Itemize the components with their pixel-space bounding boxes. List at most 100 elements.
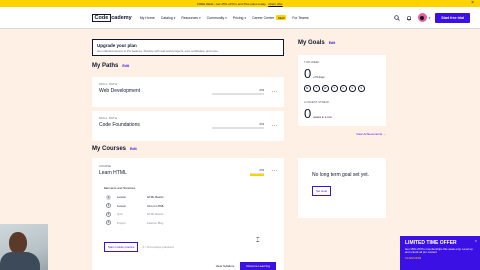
more-options-icon[interactable]: ··· — [272, 89, 279, 95]
streak-unit: weeks in a row — [313, 114, 332, 119]
logo-box-text: Code — [92, 13, 111, 22]
lesson-name: Fashion Blog — [147, 220, 164, 225]
set-goal-button[interactable]: Set Goal — [312, 185, 331, 196]
course-progress: 0% — [250, 168, 264, 176]
lesson-name: HTML Basics — [147, 195, 164, 200]
chevron-down-icon[interactable]: ▾ — [429, 16, 431, 20]
my-paths-header: My Paths Edit — [92, 63, 129, 69]
course-card-learn-html: COURSE Learn HTML 0% ··· Elements and St… — [92, 158, 284, 270]
progress-bar — [212, 127, 264, 129]
module-title: Elements and Structure — [104, 186, 136, 190]
logo-rest-text: cademy — [111, 14, 132, 21]
lesson-row[interactable]: 3 Quiz HTML Basics — [104, 210, 270, 219]
lesson-number: 2 — [106, 203, 111, 209]
long-term-goal-card: No long term goal set yet. Set Goal — [298, 158, 386, 218]
edit-goals-link[interactable]: Edit — [329, 41, 336, 45]
view-achievements-link[interactable]: View Achievements → — [298, 132, 386, 136]
edit-courses-link[interactable]: Edit — [130, 147, 137, 151]
path-card-code-foundations[interactable]: SKILL PATH Code Foundations 0% ··· — [92, 111, 284, 141]
section-title: My Goals — [298, 40, 325, 46]
close-icon[interactable]: × — [475, 238, 477, 243]
section-title: My Courses — [92, 146, 127, 152]
edit-paths-link[interactable]: Edit — [122, 64, 129, 68]
upgrade-banner[interactable]: Upgrade your plan Get unlimited access t… — [92, 39, 284, 56]
more-options-icon[interactable]: ··· — [272, 123, 279, 129]
promo-banner: FREE DEAL: Get 15% off Pro and Plus plan… — [0, 0, 480, 7]
nav-links: My Home Catalog ▾ Resources ▾ Community ▾ P… — [140, 15, 309, 20]
new-badge: NEW — [276, 15, 287, 20]
day-circle: F — [340, 85, 347, 92]
day-circle: S — [349, 85, 356, 92]
practice-note: 0 / 10 concepts practiced — [142, 245, 174, 249]
path-progress: 0% — [212, 122, 264, 129]
nav-item-label: Community — [206, 15, 225, 20]
lesson-row[interactable]: 1 Lesson HTML Basics — [104, 193, 270, 202]
nav-right: ▾ Start free trial — [394, 12, 470, 23]
day-circle: S — [358, 85, 365, 92]
long-term-goal-text: No long term goal set yet. — [312, 172, 369, 178]
nav-item-label: Pricing — [232, 15, 244, 20]
section-title: My Paths — [92, 63, 119, 69]
course-progress-percent: 0% — [259, 168, 264, 172]
offer-cta[interactable]: CLAIM NOW — [405, 256, 475, 260]
lesson-row[interactable]: 4 Project Fashion Blog — [104, 219, 270, 228]
path-progress: 0% — [212, 88, 264, 95]
my-goals-header: My Goals Edit — [298, 40, 335, 46]
lesson-number: 1 — [106, 194, 111, 200]
week-unit: of 5 days — [313, 75, 325, 79]
nav-item-my-home[interactable]: My Home — [140, 16, 155, 20]
lesson-number: 3 — [106, 211, 111, 217]
goals-panel: THIS WEEK 0 of 5 days M T W T F S S LONG… — [298, 55, 386, 136]
nav-item-label: My Home — [139, 15, 155, 20]
lesson-kind: Lesson — [117, 195, 127, 200]
path-type-label: SKILL PATH — [99, 116, 118, 120]
streak-value-row: 0 weeks in a row — [304, 106, 380, 121]
resume-learning-button[interactable]: Resume Learning — [240, 262, 276, 270]
nav-item-resources[interactable]: Resources ▾ — [181, 16, 200, 20]
chevron-down-icon: ▾ — [225, 15, 227, 20]
nav-item-catalog[interactable]: Catalog ▾ — [161, 16, 176, 20]
bell-icon[interactable] — [406, 14, 413, 21]
nav-item-for-teams[interactable]: For Teams — [292, 16, 308, 20]
codecademy-logo[interactable]: Code cademy — [92, 13, 132, 22]
presenter-head — [9, 232, 27, 254]
promo-text: FREE DEAL: Get 15% off Pro and Plus plan… — [197, 1, 267, 6]
week-value: 0 — [304, 66, 312, 81]
lesson-row[interactable]: 2 Lesson Intro to HTML — [104, 202, 270, 211]
nav-item-community[interactable]: Community ▾ — [207, 16, 227, 20]
limited-offer-popup[interactable]: LIMITED TIME OFFER Get 15% off Pro membe… — [400, 236, 480, 270]
path-card-web-development[interactable]: SKILL PATH Web Development 0% ··· — [92, 77, 284, 107]
day-circle: W — [322, 85, 329, 92]
upgrade-text: Get unlimited access to Pro features. Pr… — [97, 49, 219, 53]
streak-label: LONGEST STREAK — [304, 99, 330, 104]
weekly-goal-card: THIS WEEK 0 of 5 days M T W T F S S LONG… — [298, 55, 386, 126]
view-syllabus-link[interactable]: View Syllabus — [216, 264, 235, 268]
mouse-cursor-icon: ⌶ — [256, 238, 260, 244]
offer-title: LIMITED TIME OFFER — [405, 240, 457, 246]
nav-item-label: Career Center — [252, 15, 275, 20]
close-icon[interactable]: × — [471, 0, 474, 7]
nav-item-label: Catalog — [160, 15, 173, 20]
day-circle: T — [331, 85, 338, 92]
day-circle: T — [313, 85, 320, 92]
nav-item-label: For Teams — [292, 15, 309, 20]
day-row: M T W T F S S — [304, 85, 380, 92]
lesson-name: Intro to HTML — [147, 203, 165, 208]
day-circle: M — [304, 85, 311, 92]
nav-item-pricing[interactable]: Pricing ▾ — [233, 16, 246, 20]
course-actions: Start module practice 0 / 10 concepts pr… — [104, 242, 174, 252]
promo-link[interactable]: Claim offer — [268, 2, 282, 6]
avatar[interactable] — [417, 13, 427, 22]
nav-item-label: Resources — [181, 15, 199, 20]
nav-item-career-center[interactable]: Career Center NEW — [252, 15, 287, 20]
top-nav: Code cademy My Home Catalog ▾ Resources ▾ … — [0, 7, 480, 29]
start-free-trial-button[interactable]: Start free trial — [435, 12, 470, 23]
lesson-number: 4 — [106, 220, 111, 226]
offer-text: Get 15% off Pro memberships this week on… — [405, 246, 473, 255]
start-module-practice-button[interactable]: Start module practice — [104, 242, 139, 252]
lesson-kind: Lesson — [117, 203, 127, 208]
more-options-icon[interactable]: ··· — [272, 168, 279, 174]
week-value-row: 0 of 5 days — [304, 66, 380, 81]
search-icon[interactable] — [394, 14, 401, 21]
avatar-face — [420, 15, 425, 20]
